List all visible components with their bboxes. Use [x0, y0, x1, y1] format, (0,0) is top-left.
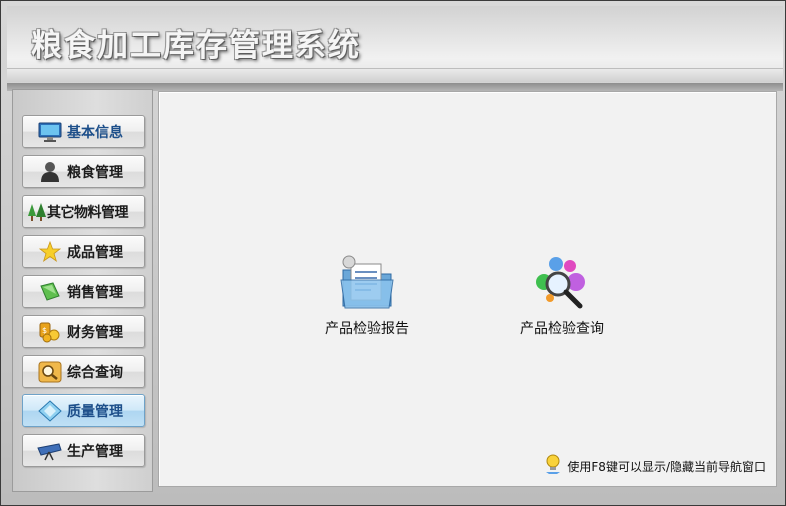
star-icon [37, 240, 63, 263]
sidebar-item-label: 生产管理 [67, 443, 123, 460]
sidebar-item-label: 其它物料管理 [47, 204, 129, 221]
sidebar-item-label: 财务管理 [67, 324, 123, 341]
sidebar-item-production[interactable]: 生产管理 [22, 434, 145, 467]
sidebar-item-label: 成品管理 [67, 244, 123, 261]
telescope-icon [37, 440, 63, 462]
svg-text:$: $ [42, 326, 47, 335]
sidebar-item-label: 质量管理 [67, 403, 123, 420]
person-icon [37, 161, 63, 183]
report-folder-icon [335, 254, 399, 318]
diamond-icon [37, 399, 63, 422]
lightbulb-icon [544, 454, 562, 478]
title-bar: 粮食加工库存管理系统 [7, 6, 783, 82]
sidebar-item-sales[interactable]: 销售管理 [22, 275, 145, 308]
app-window: 粮食加工库存管理系统 基本信息 粮食管理 其它物料管理 成品管理 销售管理 $ … [0, 0, 786, 506]
sidebar-item-label: 粮食管理 [67, 164, 123, 181]
tile-label: 产品检验查询 [520, 321, 604, 337]
main-content: 产品检验报告 产品检验查询 使用F8键可以显示/隐藏当前导航窗口 [158, 91, 777, 487]
sidebar-item-label: 基本信息 [67, 124, 123, 141]
hint-text: 使用F8键可以显示/隐藏当前导航窗口 [567, 459, 766, 474]
sidebar-item-label: 综合查询 [67, 364, 123, 381]
sidebar-item-label: 销售管理 [67, 284, 123, 301]
monitor-icon [37, 121, 63, 143]
app-title: 粮食加工库存管理系统 [31, 28, 361, 64]
trees-icon [27, 201, 47, 223]
sidebar-item-query[interactable]: 综合查询 [22, 355, 145, 388]
inspection-query-tile[interactable]: 产品检验查询 [502, 254, 622, 338]
book-icon [37, 281, 63, 303]
coins-icon: $ [37, 321, 63, 343]
search-spheres-icon [530, 254, 594, 318]
sidebar-item-finished-goods[interactable]: 成品管理 [22, 235, 145, 268]
magnifier-icon [37, 361, 63, 383]
sidebar-item-quality[interactable]: 质量管理 [22, 394, 145, 427]
sidebar-item-other-materials[interactable]: 其它物料管理 [22, 195, 145, 228]
sidebar-item-finance[interactable]: $ 财务管理 [22, 315, 145, 348]
sidebar-item-basic-info[interactable]: 基本信息 [22, 115, 145, 148]
sidebar: 基本信息 粮食管理 其它物料管理 成品管理 销售管理 $ 财务管理 综合查询 质… [12, 89, 153, 492]
tile-label: 产品检验报告 [325, 321, 409, 337]
title-bevel [7, 68, 783, 82]
inspection-report-tile[interactable]: 产品检验报告 [307, 254, 427, 338]
sidebar-item-grain[interactable]: 粮食管理 [22, 155, 145, 188]
f8-hint: 使用F8键可以显示/隐藏当前导航窗口 [544, 454, 766, 478]
